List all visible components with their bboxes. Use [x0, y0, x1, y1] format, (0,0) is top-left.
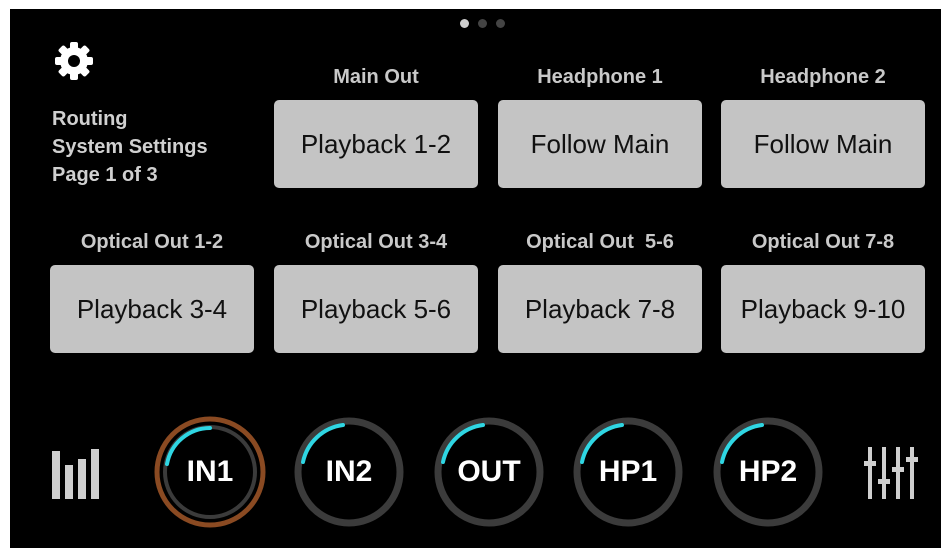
- page-info: Routing System Settings Page 1 of 3: [52, 105, 208, 189]
- knob-hp1[interactable]: HP1: [570, 414, 686, 530]
- knob-hp2[interactable]: HP2: [710, 414, 826, 530]
- knob-label-in1: IN1: [186, 455, 234, 488]
- knob-out[interactable]: OUT: [431, 414, 547, 530]
- level-meter-icon[interactable]: [52, 447, 102, 499]
- route-button-headphone-2[interactable]: Follow Main: [721, 100, 925, 188]
- route-label: Main Out: [333, 66, 419, 88]
- knob-in2[interactable]: IN2: [291, 414, 407, 530]
- mixer-faders-icon[interactable]: [864, 445, 922, 501]
- page-subtitle: System Settings: [52, 136, 208, 158]
- knob-label-in2: IN2: [325, 455, 373, 488]
- device-screen: Routing System Settings Page 1 of 3 Main…: [10, 9, 941, 548]
- route-optical-1-2: Optical Out 1-2 Playback 3-4: [50, 230, 254, 353]
- route-optical-7-8: Optical Out 7-8 Playback 9-10: [721, 230, 925, 353]
- route-button-main-out[interactable]: Playback 1-2: [274, 100, 478, 188]
- route-button-optical-5-6[interactable]: Playback 7-8: [498, 265, 702, 353]
- gear-icon[interactable]: [54, 41, 94, 81]
- page-dot-2[interactable]: [478, 19, 487, 28]
- page-number: Page 1 of 3: [52, 164, 158, 186]
- route-label: Optical Out 1-2: [80, 231, 224, 253]
- route-headphone-2: Headphone 2 Follow Main: [721, 65, 925, 188]
- knob-label-hp2: HP2: [738, 455, 798, 488]
- route-headphone-1: Headphone 1 Follow Main: [498, 65, 702, 188]
- route-label: Optical Out 3-4: [304, 231, 448, 253]
- knob-in1[interactable]: IN1: [152, 414, 268, 530]
- route-label: Headphone 2: [760, 66, 886, 88]
- route-button-optical-1-2[interactable]: Playback 3-4: [50, 265, 254, 353]
- route-label: Headphone 1: [537, 66, 663, 88]
- page-dot-1[interactable]: [460, 19, 469, 28]
- page-indicator: [460, 19, 505, 28]
- route-optical-3-4: Optical Out 3-4 Playback 5-6: [274, 230, 478, 353]
- route-button-optical-7-8[interactable]: Playback 9-10: [721, 265, 925, 353]
- page-title: Routing: [52, 108, 128, 130]
- route-label: Optical Out 7-8: [751, 231, 895, 253]
- knob-label-out: OUT: [457, 455, 521, 488]
- route-label: Optical Out 5-6: [526, 231, 674, 253]
- route-optical-5-6: Optical Out 5-6 Playback 7-8: [498, 230, 702, 353]
- route-button-optical-3-4[interactable]: Playback 5-6: [274, 265, 478, 353]
- route-main-out: Main Out Playback 1-2: [274, 65, 478, 188]
- page-dot-3[interactable]: [496, 19, 505, 28]
- knob-label-hp1: HP1: [598, 455, 658, 488]
- route-button-headphone-1[interactable]: Follow Main: [498, 100, 702, 188]
